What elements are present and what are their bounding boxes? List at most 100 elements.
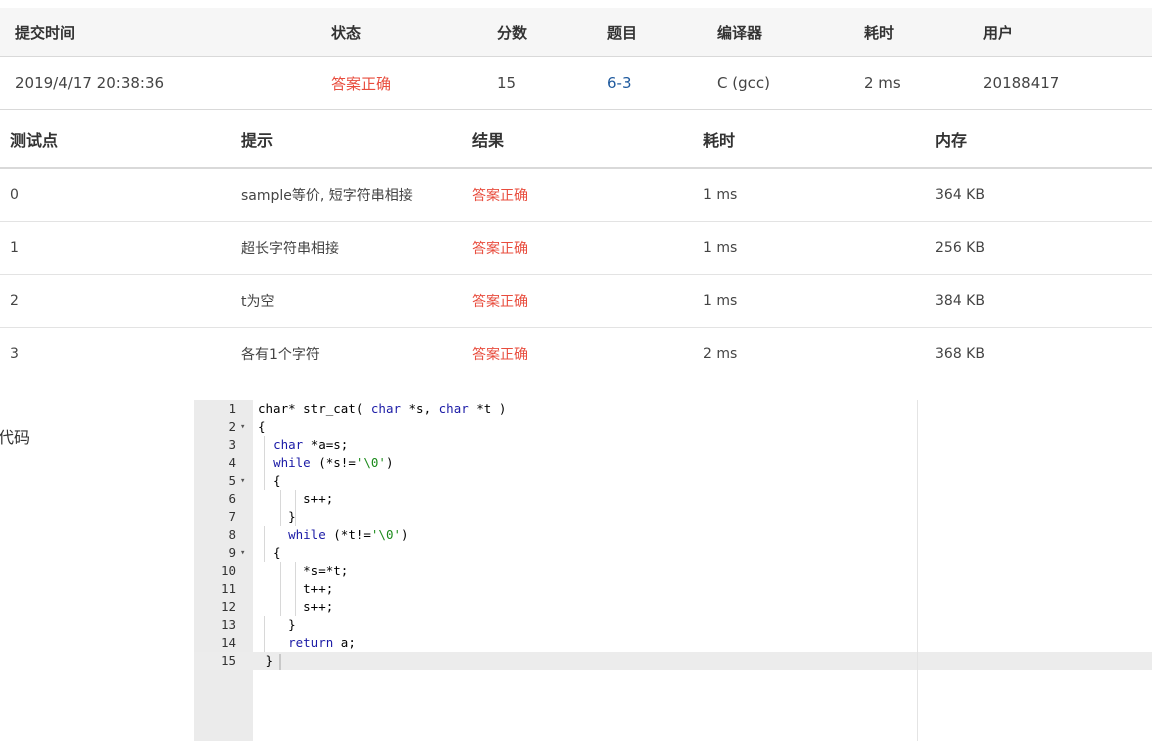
- test-result: 答案正确: [472, 241, 528, 257]
- code-text: char *a=s;: [273, 437, 349, 452]
- code-line[interactable]: 2 ▾ {: [194, 418, 1152, 436]
- indent-guide: [280, 508, 281, 526]
- test-memory: 256 KB: [935, 240, 985, 256]
- code-editor[interactable]: 1 char* str_cat( char *s, char *t ) 2 ▾ {3 c…: [194, 400, 1152, 741]
- test-case-header-row: 测试点 提示 结果 耗时 内存: [0, 110, 1152, 169]
- line-number: 10: [220, 563, 236, 578]
- indent-guide: [264, 544, 265, 562]
- line-number: 15: [220, 653, 236, 668]
- test-case-table: 测试点 提示 结果 耗时 内存 0 sample等价, 短字符串相接 答案正确 …: [0, 110, 1152, 380]
- code-text: {: [258, 419, 266, 434]
- header-result: 结果: [472, 130, 505, 150]
- code-line[interactable]: 14 return a;: [194, 634, 1152, 652]
- indent-guide: [264, 454, 265, 472]
- code-line[interactable]: 10 *s=*t;: [194, 562, 1152, 580]
- table-row: 2 t为空 答案正确 1 ms 384 KB: [0, 275, 1152, 328]
- header-time: 耗时: [703, 130, 736, 150]
- code-line[interactable]: 12 s++;: [194, 598, 1152, 616]
- indent-guide: [295, 598, 296, 616]
- code-line[interactable]: 1 char* str_cat( char *s, char *t ): [194, 400, 1152, 418]
- code-line[interactable]: 3 char *a=s;: [194, 436, 1152, 454]
- indent-guide: [264, 616, 265, 634]
- submission-row: 2019/4/17 20:38:36 答案正确 15 6-3 C (gcc) 2…: [0, 57, 1152, 110]
- test-point: 2: [10, 293, 19, 309]
- indent-guide: [280, 490, 281, 508]
- line-number: 13: [220, 617, 236, 632]
- code-text: }: [258, 652, 282, 670]
- code-line[interactable]: 5 ▾ {: [194, 472, 1152, 490]
- submission-table: 提交时间 状态 分数 题目 编译器 耗时 用户 2019/4/17 20:38:…: [0, 8, 1152, 110]
- compiler-value: C (gcc): [717, 74, 770, 92]
- test-memory: 364 KB: [935, 187, 985, 203]
- line-number: 6: [228, 491, 236, 506]
- header-submit-time: 提交时间: [15, 23, 76, 42]
- code-text: char* str_cat( char *s, char *t ): [258, 401, 507, 416]
- header-compiler: 编译器: [717, 23, 763, 42]
- line-number: 5: [228, 473, 236, 488]
- test-memory: 384 KB: [935, 293, 985, 309]
- indent-guide: [280, 580, 281, 598]
- header-problem: 题目: [607, 23, 638, 42]
- fold-toggle-icon[interactable]: ▾: [240, 418, 245, 436]
- submission-header-row: 提交时间 状态 分数 题目 编译器 耗时 用户: [0, 8, 1152, 57]
- indent-guide: [280, 562, 281, 580]
- code-text: *s=*t;: [258, 563, 349, 578]
- code-line[interactable]: 6 s++;: [194, 490, 1152, 508]
- test-point: 1: [10, 240, 19, 256]
- code-line[interactable]: 13 }: [194, 616, 1152, 634]
- code-line[interactable]: 15 }: [194, 652, 1152, 670]
- fold-toggle-icon[interactable]: ▾: [240, 472, 245, 490]
- problem-link[interactable]: 6-3: [607, 74, 632, 92]
- test-point: 3: [10, 346, 19, 362]
- code-text: {: [258, 545, 281, 560]
- test-hint: 超长字符串相接: [241, 241, 339, 257]
- indent-guide: [295, 490, 296, 508]
- line-number: 2: [228, 419, 236, 434]
- header-status: 状态: [331, 23, 362, 42]
- test-hint: sample等价, 短字符串相接: [241, 188, 413, 204]
- duration-value: 2 ms: [864, 74, 901, 92]
- test-memory: 368 KB: [935, 346, 985, 362]
- line-number: 11: [220, 581, 236, 596]
- line-number: 9: [228, 545, 236, 560]
- header-hint: 提示: [241, 130, 274, 150]
- test-point: 0: [10, 187, 19, 203]
- indent-guide: [264, 472, 265, 490]
- test-hint: 各有1个字符: [241, 347, 320, 363]
- line-number: 12: [220, 599, 236, 614]
- status-badge: 答案正确: [331, 74, 392, 93]
- code-line[interactable]: 11 t++;: [194, 580, 1152, 598]
- code-text: return a;: [288, 635, 356, 650]
- indent-guide: [295, 580, 296, 598]
- submit-time: 2019/4/17 20:38:36: [15, 74, 165, 92]
- line-number: 1: [228, 401, 236, 416]
- code-line[interactable]: 7 }: [194, 508, 1152, 526]
- code-section-label: 代码: [0, 428, 31, 447]
- test-result: 答案正确: [472, 294, 528, 310]
- code-line[interactable]: 8 while (*t!='\0'): [194, 526, 1152, 544]
- code-line[interactable]: 9 ▾ {: [194, 544, 1152, 562]
- fold-toggle-icon[interactable]: ▾: [240, 544, 245, 562]
- line-number: 14: [220, 635, 236, 650]
- line-number: 8: [228, 527, 236, 542]
- indent-guide: [280, 598, 281, 616]
- indent-guide: [264, 634, 265, 652]
- test-hint: t为空: [241, 294, 275, 310]
- header-test-point: 测试点: [10, 130, 59, 150]
- header-user: 用户: [983, 23, 1014, 42]
- line-number: 7: [228, 509, 236, 524]
- test-time: 1 ms: [703, 240, 738, 256]
- code-line[interactable]: 4 while (*s!='\0'): [194, 454, 1152, 472]
- score-value: 15: [497, 74, 517, 92]
- header-memory: 内存: [935, 130, 968, 150]
- indent-guide: [264, 526, 265, 544]
- code-text: while (*s!='\0'): [273, 455, 394, 470]
- indent-guide: [295, 508, 296, 526]
- test-time: 1 ms: [703, 293, 738, 309]
- indent-guide: [264, 436, 265, 454]
- text-cursor: [279, 653, 282, 670]
- indent-guide: [295, 562, 296, 580]
- table-row: 0 sample等价, 短字符串相接 答案正确 1 ms 364 KB: [0, 169, 1152, 222]
- test-time: 1 ms: [703, 187, 738, 203]
- code-text: {: [258, 473, 281, 488]
